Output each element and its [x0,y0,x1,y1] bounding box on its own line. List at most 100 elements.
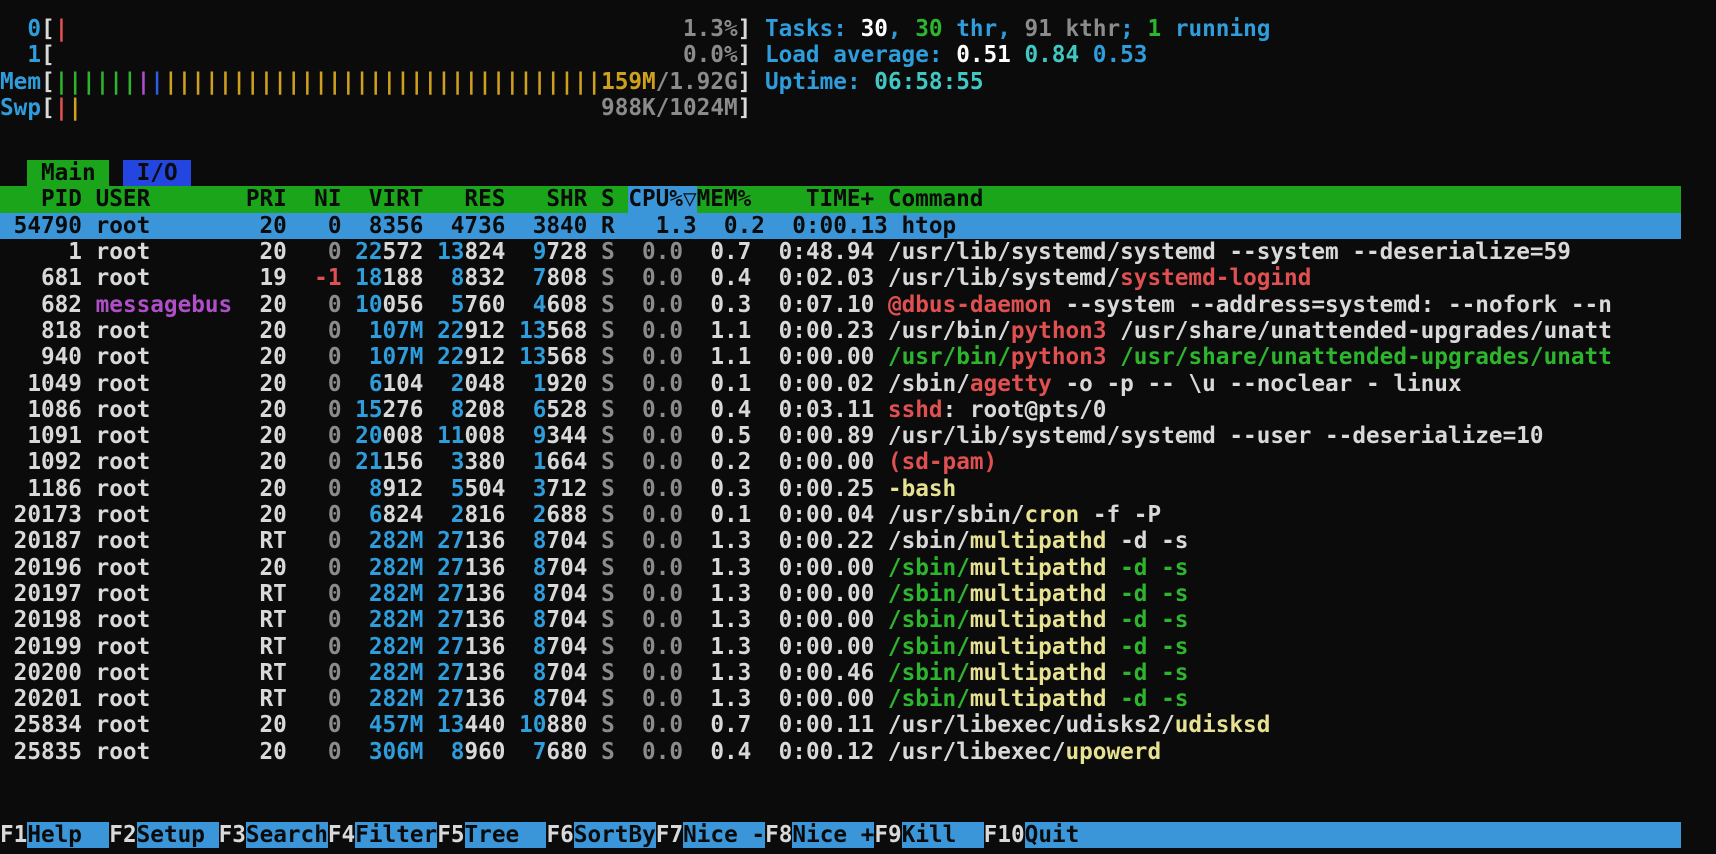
swap-label: Swp [0,95,41,121]
fkey-f8[interactable]: F8 [765,822,792,848]
fkey-f7[interactable]: F7 [656,822,683,848]
fkey-f1[interactable]: F1 [0,822,27,848]
process-row-20173-text: 2 [533,502,547,528]
sort-column-cpu[interactable]: CPU%▽ [628,186,696,212]
process-row-681[interactable]: 681 root 19 -1 18188 8832 7808 S 0.0 0.4… [0,265,1681,291]
process-row-940-text [341,344,368,370]
swap-cache-bar: | [68,95,82,121]
process-row-1186[interactable]: 1186 root 20 0 8912 5504 3712 S 0.0 0.3 … [0,476,1681,502]
fkey-f2[interactable]: F2 [109,822,136,848]
process-row-20198[interactable]: 20198 root RT 0 282M 27136 8704 S 0.0 1.… [0,607,1681,633]
process-row-20201-text: /sbin/ [888,686,970,712]
process-row-682-text: 5 [451,292,465,318]
process-row-20198-text: S 0.0 [601,607,683,633]
htop-terminal: 0[| 1.3%] Tasks: 30, 30 thr, 91 kthr; 1 … [0,0,1716,854]
process-row-940-text: /usr/share/unattended-upgrades/unatt [1106,344,1611,370]
fkey-search-label[interactable]: Search [246,822,328,848]
column-headers-left[interactable]: PID USER PRI NI VIRT RES SHR S [0,186,628,212]
process-row-20198-text: 0 [287,607,342,633]
process-row-1186-text: 712 [546,476,601,502]
process-row-682-text: 4 [533,292,547,318]
process-row-20200-text: -d -s [1106,660,1188,686]
process-row-25835[interactable]: 25835 root 20 0 306M 8960 7680 S 0.0 0.4… [0,739,1681,765]
process-row-20200[interactable]: 20200 root RT 0 282M 27136 8704 S 0.0 1.… [0,660,1681,686]
process-row-20173[interactable]: 20173 root 20 0 6824 2816 2688 S 0.0 0.1… [0,502,1681,528]
process-row-940-text: 568 [546,344,601,370]
process-row-1049[interactable]: 1049 root 20 0 6104 2048 1920 S 0.0 0.1 … [0,371,1681,397]
tab-io[interactable]: I/O [123,160,191,186]
process-row-1091[interactable]: 1091 root 20 0 20008 11008 9344 S 0.0 0.… [0,423,1681,449]
process-row-20201-text: -d -s [1106,686,1188,712]
process-row-20197-text: /sbin/ [888,581,970,607]
process-row-1-text: 572 [382,239,437,265]
fkey-f5[interactable]: F5 [437,822,464,848]
process-row-20201[interactable]: 20201 root RT 0 282M 27136 8704 S 0.0 1.… [0,686,1681,712]
process-row-25834-text: 0 [287,712,342,738]
column-headers-right[interactable]: MEM% TIME+ Command [697,186,984,212]
process-row-940[interactable]: 940 root 20 0 107M 22912 13568 S 0.0 1.1… [0,344,1681,370]
fkey-sortby-label[interactable]: SortBy [574,822,656,848]
process-row-1049-text: 2 [451,371,465,397]
process-row-20198-text: /sbin/ [888,607,970,633]
process-row-1186-text: S 0.0 [601,476,683,502]
cpu0-value: 1.3% [683,16,738,42]
process-row-20196[interactable]: 20196 root 20 0 282M 27136 8704 S 0.0 1.… [0,555,1681,581]
process-row-25834[interactable]: 25834 root 20 0 457M 13440 10880 S 0.0 0… [0,712,1681,738]
process-row-54790[interactable]: 54790 root 20 0 8356 4736 3840 R 1.3 0.2… [0,213,1681,239]
process-row-1091-text: 0 [287,423,342,449]
fkey-f4[interactable]: F4 [328,822,355,848]
process-row-940-text: 1.1 0:00.00 [683,344,888,370]
process-row-1049-text: -o -p -- \u --noclear - linux [1052,371,1462,397]
process-row-1091-text: 008 [382,423,437,449]
tab-main[interactable]: Main [27,160,109,186]
fkey-tree-label[interactable]: Tree [465,822,547,848]
process-row-20201-text: S 0.0 [601,686,683,712]
process-row-818[interactable]: 818 root 20 0 107M 22912 13568 S 0.0 1.1… [0,318,1681,344]
fkey-setup-label[interactable]: Setup [137,822,219,848]
process-row-20197-text: -d -s [1106,581,1188,607]
thread-count: 30 [915,16,942,42]
fkey-filter-label[interactable]: Filter [355,822,437,848]
fkey-f9[interactable]: F9 [874,822,901,848]
process-row-20173-text: -f -P [1079,502,1161,528]
process-row-20199-text: 136 [464,634,532,660]
process-row-25835-text: upowerd [1065,739,1161,765]
process-row-20199[interactable]: 20199 root RT 0 282M 27136 8704 S 0.0 1.… [0,634,1681,660]
process-row-682-text [342,292,356,318]
cpu0-meter-row-text: , [888,16,915,42]
swap-meter-row: Swp[|| 988K/1024M] [0,95,1681,121]
process-row-20173-text: 2 [451,502,465,528]
process-row-1092[interactable]: 1092 root 20 0 21156 3380 1664 S 0.0 0.2… [0,449,1681,475]
process-row-20201-text: 282M [369,686,424,712]
fkey-nice-minus-label[interactable]: Nice - [683,822,765,848]
fkey-f10[interactable]: F10 [984,822,1025,848]
process-row-20198-text: 20198 root RT [0,607,287,633]
process-row-681-text: systemd-logind [1120,265,1311,291]
process-row-1049-text: 1 [533,371,547,397]
fkey-f3[interactable]: F3 [219,822,246,848]
process-row-681-text [287,265,314,291]
process-row-20200-text: 20200 root RT [0,660,287,686]
process-row-1186-text: 0.3 0:00.25 [683,476,888,502]
process-row-20173-text: 20173 root 20 [0,502,287,528]
fkey-help-label[interactable]: Help [27,822,109,848]
process-row-1086[interactable]: 1086 root 20 0 15276 8208 6528 S 0.0 0.4… [0,397,1681,423]
process-row-1086-text: 8 [451,397,465,423]
process-row-1049-text [341,371,368,397]
process-row-20187[interactable]: 20187 root RT 0 282M 27136 8704 S 0.0 1.… [0,528,1681,554]
process-row-25834-text: 880 [546,712,601,738]
process-row-20196-text: 282M [369,555,424,581]
process-row-818-text: 1.1 0:00.23 /usr/bin/ [683,318,1011,344]
fkey-quit-label[interactable]: Quit [1025,822,1080,848]
process-row-1-text: 0.7 0:48.94 /usr/lib/systemd/systemd --s… [683,239,1571,265]
table-header-row[interactable]: PID USER PRI NI VIRT RES SHR S CPU%▽MEM%… [0,186,1681,212]
fkey-kill-label[interactable]: Kill [902,822,984,848]
process-row-940-text: /usr/bin/ [888,344,1011,370]
process-row-682[interactable]: 682 messagebus 20 0 10056 5760 4608 S 0.… [0,292,1681,318]
process-row-20196-text: 27 [437,555,464,581]
process-row-20197[interactable]: 20197 root RT 0 282M 27136 8704 S 0.0 1.… [0,581,1681,607]
fkey-f6[interactable]: F6 [546,822,573,848]
process-row-25834-text: udisksd [1175,712,1271,738]
process-row-1[interactable]: 1 root 20 0 22572 13824 9728 S 0.0 0.7 0… [0,239,1681,265]
fkey-nice-plus-label[interactable]: Nice + [792,822,874,848]
